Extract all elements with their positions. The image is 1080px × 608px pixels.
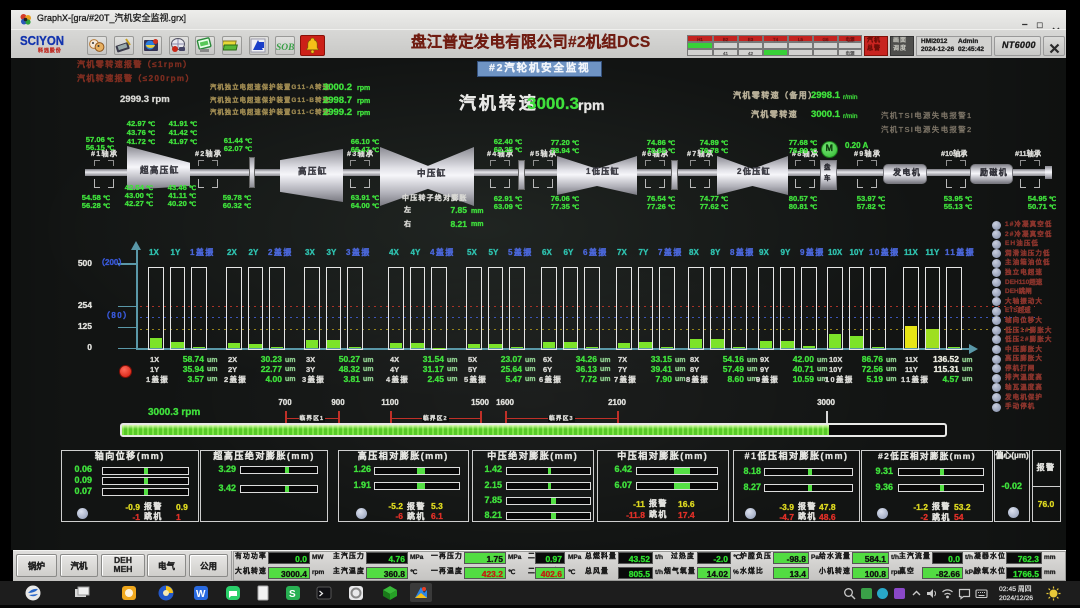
svg-text:W: W	[196, 589, 206, 600]
svg-text:SOB: SOB	[276, 43, 294, 53]
svg-text:S: S	[289, 589, 296, 600]
